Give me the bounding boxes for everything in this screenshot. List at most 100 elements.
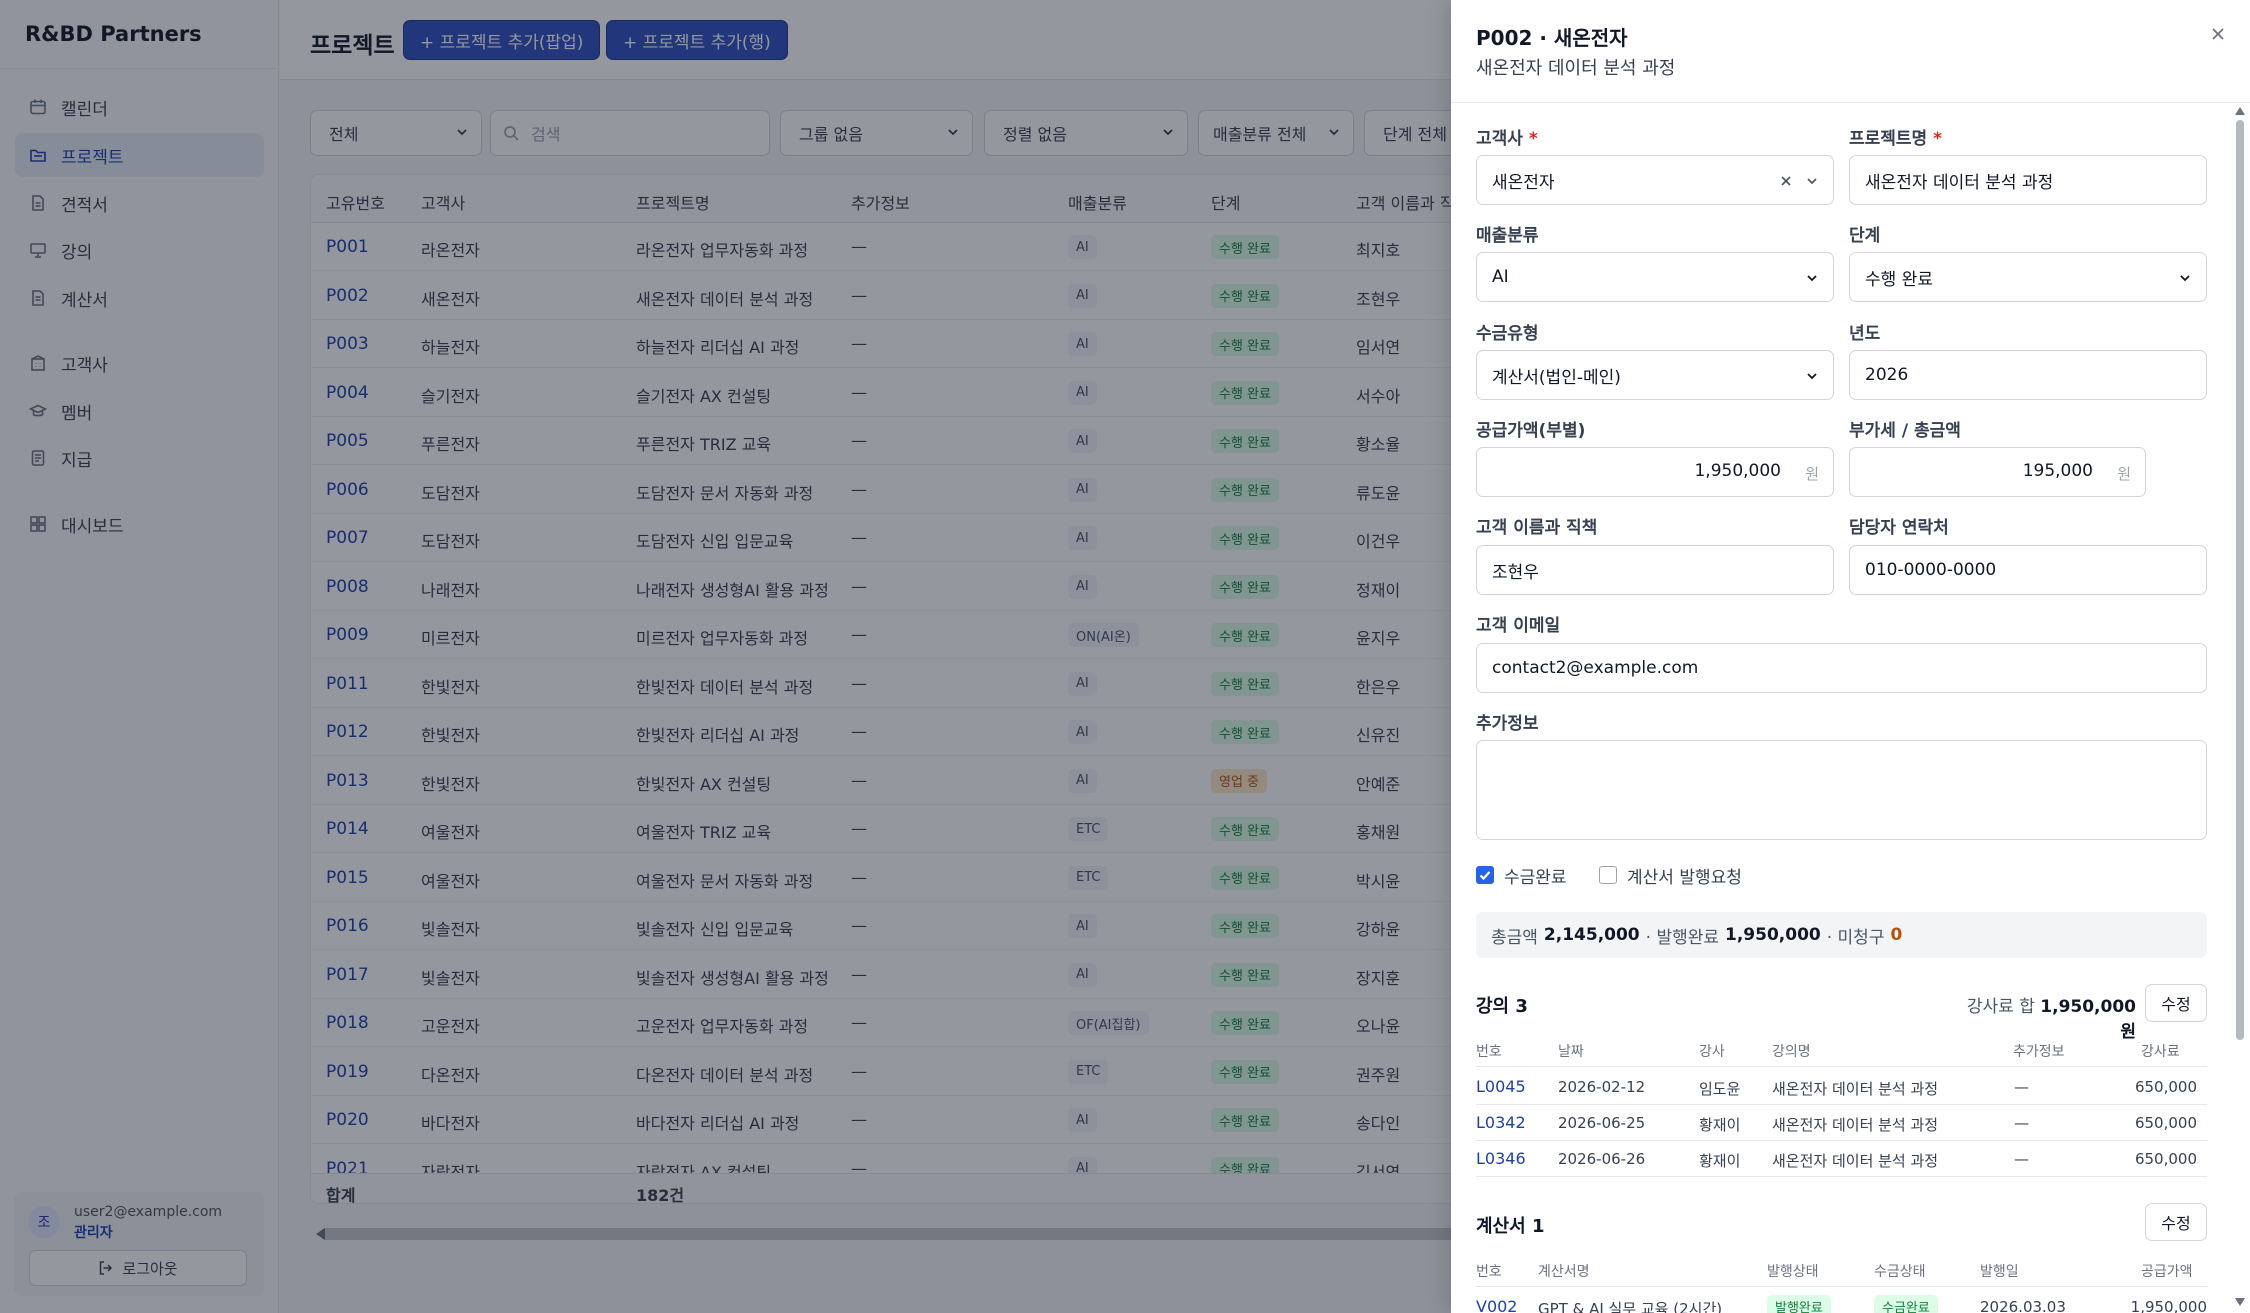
phone-input[interactable]: 010-0000-0000 [1849, 545, 2207, 595]
email-input[interactable]: contact2@example.com [1476, 643, 2207, 693]
issued-value: 1,950,000 [1725, 925, 1821, 945]
scroll-down-arrow-icon[interactable] [2235, 1298, 2245, 1306]
panel-subtitle: 새온전자 데이터 분석 과정 [1476, 58, 1676, 79]
lecture-lecturer: 황재이 [1699, 1116, 1741, 1134]
lecture-fee-value: 1,950,000원 [2040, 997, 2136, 1042]
year-label: 년도 [1849, 324, 1881, 344]
amount-summary: 총금액 2,145,000 · 발행완료 1,950,000 · 미청구 0 [1476, 912, 2207, 958]
chevron-down-icon [1807, 178, 1817, 185]
supply-amount-label: 공급가액(부별) [1476, 421, 1586, 441]
close-icon[interactable] [2208, 24, 2228, 44]
column-header: 번호 [1476, 1264, 1502, 1280]
project-name-label-text: 프로젝트명 [1849, 129, 1928, 149]
scroll-up-arrow-icon[interactable] [2235, 107, 2245, 115]
column-header: 강사 [1699, 1044, 1725, 1060]
stage-value: 수행 완료 [1865, 269, 1933, 290]
client-label-text: 고객사 [1476, 129, 1523, 149]
lecture-date: 2026-06-26 [1558, 1150, 1646, 1168]
invoice-amount: 1,950,000 [2130, 1298, 2207, 1313]
lecture-name: 새온전자 데이터 분석 과정 [1772, 1116, 1939, 1134]
lecture-extra: — [2014, 1114, 2029, 1132]
column-header: 강의명 [1772, 1044, 1811, 1060]
column-header: 발행상태 [1767, 1264, 1819, 1280]
lecture-date: 2026-02-12 [1558, 1078, 1646, 1096]
check-icon [1479, 871, 1491, 881]
lecture-fee: 650,000 [2134, 1078, 2197, 1096]
phone-label: 담당자 연락처 [1849, 518, 1949, 538]
client-label: 고객사 * [1476, 124, 1538, 149]
contact-input[interactable]: 조현우 [1476, 545, 1834, 595]
supply-amount-input[interactable]: 1,950,000 원 [1476, 447, 1834, 497]
issue-status-badge: 발행완료 [1767, 1295, 1831, 1313]
lecture-code[interactable]: L0342 [1476, 1113, 1526, 1132]
unbilled-value: 0 [1890, 925, 1903, 945]
invoice-name: GPT & AI 실무 교육 (2시간) [1538, 1300, 1723, 1313]
vat-label: 부가세 / 총금액 [1849, 421, 1961, 441]
invoice-request-label: 계산서 발행요청 [1627, 868, 1742, 888]
client-value: 새온전자 [1492, 172, 1555, 193]
payment-type-value: 계산서(법인-메인) [1492, 367, 1621, 388]
invoice-date: 2026.03.03 [1980, 1298, 2066, 1313]
lecture-name: 새온전자 데이터 분석 과정 [1772, 1152, 1939, 1170]
payment-type-select[interactable]: 계산서(법인-메인) [1476, 350, 1834, 400]
column-header: 강사료 [2141, 1044, 2180, 1060]
lecture-code[interactable]: L0346 [1476, 1149, 1526, 1168]
chevron-down-icon [1807, 275, 1817, 282]
invoice-code[interactable]: V002 [1476, 1297, 1517, 1313]
vat-input[interactable]: 195,000 원 [1849, 447, 2146, 497]
project-name-input[interactable]: 새온전자 데이터 분석 과정 [1849, 155, 2207, 205]
divider [1476, 1104, 2207, 1105]
lecture-extra: — [2014, 1150, 2029, 1168]
divider [1476, 1176, 2207, 1177]
lecture-extra: — [2014, 1078, 2029, 1096]
column-header: 추가정보 [2013, 1044, 2065, 1060]
payment-type-label: 수금유형 [1476, 324, 1539, 344]
email-label: 고객 이메일 [1476, 616, 1561, 636]
stage-label: 단계 [1849, 226, 1881, 246]
paid-label: 수금완료 [1504, 868, 1567, 888]
project-detail-panel: P002 · 새온전자 새온전자 데이터 분석 과정 고객사 * 새온전자 프로… [1451, 0, 2250, 1313]
clear-icon[interactable] [1779, 174, 1793, 188]
lecture-lecturer: 임도윤 [1699, 1080, 1741, 1098]
lecture-fee-total: 강사료 합 1,950,000원 [1956, 992, 2136, 1042]
invoices-section-title: 계산서 1 [1476, 1216, 1545, 1237]
required-mark: * [1528, 129, 1538, 149]
divider [1476, 1140, 2207, 1141]
lecture-date: 2026-06-25 [1558, 1114, 1646, 1132]
sales-class-value: AI [1492, 267, 1509, 287]
divider [1476, 1066, 2207, 1067]
lecture-fee: 650,000 [2134, 1150, 2197, 1168]
required-mark: * [1933, 129, 1943, 149]
year-input[interactable]: 2026 [1849, 350, 2207, 400]
invoice-request-checkbox[interactable] [1599, 866, 1617, 884]
modal-overlay[interactable] [0, 0, 1451, 1313]
column-header: 수금상태 [1874, 1264, 1926, 1280]
lecture-name: 새온전자 데이터 분석 과정 [1772, 1080, 1939, 1098]
client-combobox[interactable]: 새온전자 [1476, 155, 1834, 205]
divider [1451, 102, 2250, 103]
edit-lectures-button[interactable]: 수정 [2145, 984, 2207, 1022]
total-value: 2,145,000 [1543, 925, 1640, 945]
column-header: 공급가액 [2141, 1264, 2193, 1280]
paid-checkbox[interactable] [1476, 866, 1494, 884]
chevron-down-icon [1807, 373, 1817, 380]
divider [1476, 1286, 2207, 1287]
column-header: 발행일 [1980, 1264, 2019, 1280]
issued-label: · 발행완료 [1645, 927, 1720, 948]
chevron-down-icon [2180, 275, 2190, 282]
total-label: 총금액 [1491, 927, 1538, 948]
sales-class-select[interactable]: AI [1476, 252, 1834, 302]
project-name-label: 프로젝트명 * [1849, 124, 1942, 149]
lecture-code[interactable]: L0045 [1476, 1077, 1526, 1096]
extra-info-label: 추가정보 [1476, 714, 1539, 734]
currency-unit: 원 [2117, 465, 2131, 483]
vat-value: 195,000 [2022, 461, 2093, 481]
extra-info-textarea[interactable] [1476, 740, 2207, 840]
unbilled-label: · 미청구 [1826, 927, 1885, 948]
stage-select[interactable]: 수행 완료 [1849, 252, 2207, 302]
lecture-fee-label: 강사료 합 [1966, 997, 2035, 1017]
currency-unit: 원 [1805, 465, 1819, 483]
edit-invoices-button[interactable]: 수정 [2145, 1203, 2207, 1241]
column-header: 계산서명 [1538, 1264, 1590, 1280]
vertical-scrollbar[interactable] [2236, 120, 2244, 1040]
